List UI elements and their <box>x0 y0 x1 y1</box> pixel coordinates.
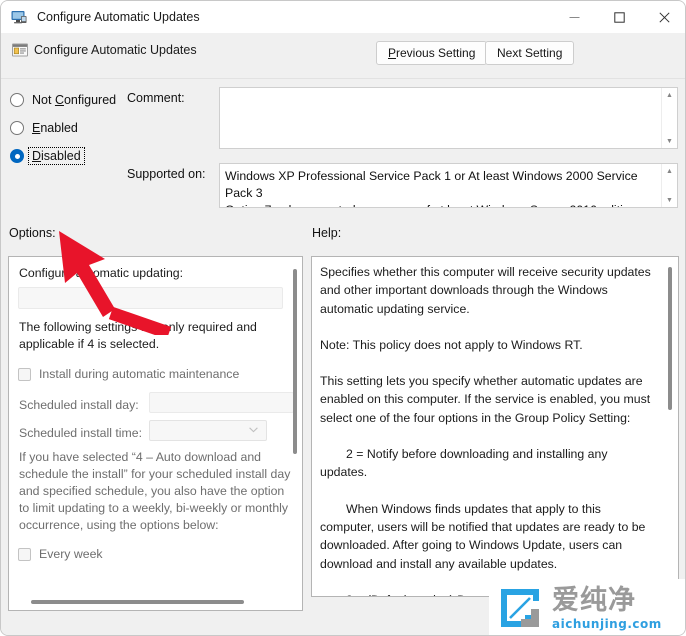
scrollbar-thumb[interactable] <box>668 267 672 410</box>
help-paragraph-spacer <box>320 427 658 445</box>
dialog-header: Configure Automatic Updates Previous Set… <box>1 33 685 79</box>
scheduled-install-time-label: Scheduled install time: <box>19 426 143 440</box>
supported-scrollbar[interactable]: ▲ ▼ <box>661 164 677 207</box>
policy-setting-icon <box>11 41 29 59</box>
maximize-button[interactable] <box>597 1 642 33</box>
radio-label-not-configured: Not Configured <box>32 93 117 107</box>
options-label: Options: <box>9 226 56 240</box>
scheduled-install-day-label: Scheduled install day: <box>19 398 139 412</box>
radio-label-disabled: Disabled <box>28 147 85 165</box>
help-paragraph-spacer <box>320 354 658 372</box>
radio-disabled[interactable]: Disabled <box>10 147 85 165</box>
chevron-down-icon <box>249 427 258 435</box>
help-panel: Specifies whether this computer will rec… <box>311 256 679 597</box>
checkbox-install-during-maintenance[interactable]: Install during automatic maintenance <box>18 367 239 381</box>
radio-indicator-selected <box>10 149 24 163</box>
checkbox-indicator <box>18 367 31 381</box>
options-note-text: The following settings are only required… <box>19 320 257 351</box>
scrollbar-thumb[interactable] <box>31 600 244 604</box>
policy-name: Configure Automatic Updates <box>34 43 197 57</box>
configure-updating-label: Configure automatic updating: <box>19 266 184 280</box>
help-paragraph: Specifies whether this computer will rec… <box>320 265 651 316</box>
window-title: Configure Automatic Updates <box>37 10 200 24</box>
scheduled-install-time-dropdown[interactable] <box>149 420 267 441</box>
site-watermark: 爱纯净 aichunjing.com <box>489 579 685 635</box>
comment-label: Comment: <box>127 91 185 105</box>
checkbox-every-week[interactable]: Every week <box>18 547 103 561</box>
radio-enabled[interactable]: Enabled <box>10 119 78 137</box>
window-controls <box>552 1 685 33</box>
options-panel: Configure automatic updating: The follow… <box>8 256 303 611</box>
supported-on-text: Windows XP Professional Service Pack 1 o… <box>225 168 657 207</box>
help-text: Specifies whether this computer will rec… <box>320 263 658 596</box>
help-vertical-scrollbar[interactable] <box>664 261 675 591</box>
checkbox-label: Install during automatic maintenance <box>39 367 240 381</box>
help-paragraph: This setting lets you specify whether au… <box>320 374 651 425</box>
watermark-brand: 爱纯净 <box>552 584 636 616</box>
supported-line-2: Option 7 only supported on servers of at… <box>225 202 657 207</box>
title-bar: Configure Automatic Updates <box>1 1 685 33</box>
previous-setting-button[interactable]: Previous Setting <box>376 41 488 65</box>
computer-monitor-icon <box>10 8 28 26</box>
configure-updating-combobox[interactable] <box>18 287 283 309</box>
minimize-button[interactable] <box>552 1 597 33</box>
radio-indicator <box>10 93 24 107</box>
help-paragraph-spacer <box>320 482 658 500</box>
dialog-window: Configure Automatic Updates Configure Au… <box>0 0 686 636</box>
radio-indicator <box>10 121 24 135</box>
help-paragraph: Note: This policy does not apply to Wind… <box>320 337 583 352</box>
close-button[interactable] <box>642 1 685 33</box>
comment-input[interactable]: ▲ ▼ <box>219 87 678 149</box>
scheduled-install-day-input[interactable] <box>149 392 294 413</box>
next-setting-button[interactable]: Next Setting <box>485 41 575 65</box>
checkbox-indicator <box>18 547 31 561</box>
options-long-description: If you have selected “4 – Auto download … <box>19 450 291 532</box>
dialog-body: Not Configured Enabled Disabled Comment:… <box>1 79 685 635</box>
comment-scrollbar[interactable]: ▲ ▼ <box>661 88 677 148</box>
scroll-down-icon[interactable]: ▼ <box>662 193 678 207</box>
help-paragraph: 2 = Notify before downloading and instal… <box>320 447 608 480</box>
radio-label-enabled: Enabled <box>32 121 78 135</box>
checkbox-label: Every week <box>39 547 103 561</box>
watermark-text: 爱纯净 aichunjing.com <box>552 587 662 630</box>
supported-on-box: Windows XP Professional Service Pack 1 o… <box>219 163 678 208</box>
radio-not-configured[interactable]: Not Configured <box>10 91 116 109</box>
scroll-up-icon[interactable]: ▲ <box>662 164 678 178</box>
supported-line-1: Windows XP Professional Service Pack 1 o… <box>225 169 638 200</box>
help-paragraph: When Windows finds updates that apply to… <box>320 501 646 571</box>
supported-on-label: Supported on: <box>127 167 206 181</box>
options-vertical-scrollbar[interactable] <box>289 261 300 539</box>
scrollbar-thumb[interactable] <box>293 269 297 454</box>
scroll-down-icon[interactable]: ▼ <box>662 134 678 148</box>
options-horizontal-scrollbar[interactable] <box>13 596 285 607</box>
help-label: Help: <box>312 226 342 240</box>
scroll-up-icon[interactable]: ▲ <box>662 88 678 102</box>
watermark-url: aichunjing.com <box>552 616 662 631</box>
aichunjing-logo-icon <box>497 585 543 631</box>
help-paragraph-spacer <box>320 318 658 336</box>
